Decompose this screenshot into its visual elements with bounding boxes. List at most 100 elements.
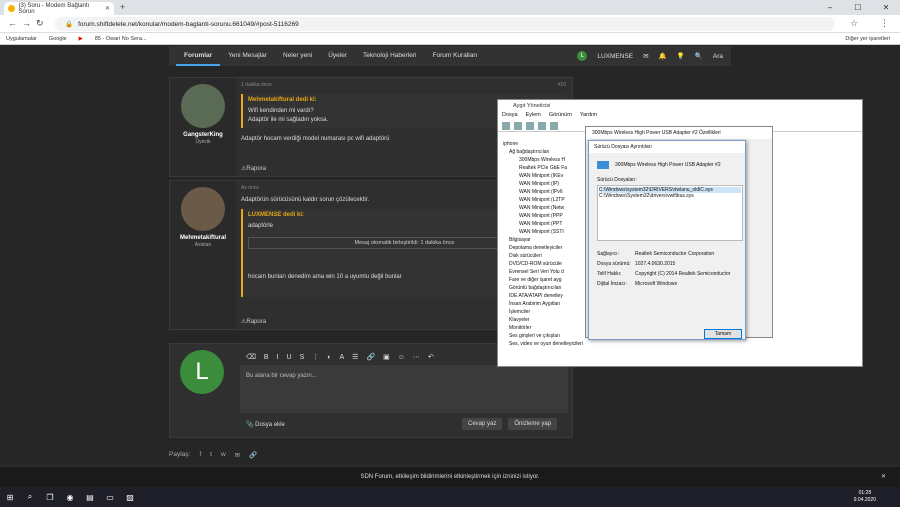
link-share-icon[interactable]: 🔗	[249, 451, 257, 459]
bold-icon[interactable]: B	[264, 354, 269, 361]
dm-tool-icon[interactable]	[526, 122, 534, 130]
bookmark-apps[interactable]: Uygulamalar	[6, 36, 37, 42]
list-icon[interactable]: ☰	[352, 353, 358, 361]
report-link[interactable]: ⚠Rapora	[241, 165, 266, 172]
tree-item[interactable]: WAN Miniport (IKEv	[503, 172, 583, 180]
start-icon[interactable]: ⊞	[0, 493, 20, 502]
dm-menu-yardim[interactable]: Yardım	[580, 112, 597, 121]
tree-item[interactable]: Ağ bağdaştırıcıları	[503, 148, 583, 156]
nav-forumlar[interactable]: Forumlar	[176, 46, 221, 66]
back-icon[interactable]: ←	[8, 18, 17, 28]
search-label[interactable]: Ara	[713, 53, 723, 60]
dm-tool-icon[interactable]	[514, 122, 522, 130]
dm-menu-gorunum[interactable]: Görünüm	[549, 112, 572, 121]
underline-icon[interactable]: U	[287, 354, 292, 361]
tree-item[interactable]: IDE ATA/ATAPI denetley	[503, 292, 583, 300]
avatar[interactable]	[181, 187, 225, 231]
facebook-icon[interactable]: f	[199, 451, 201, 459]
avatar[interactable]	[181, 84, 225, 128]
nav-kurallar[interactable]: Forum Kuralları	[425, 46, 486, 66]
tree-item[interactable]: Bilgisayar	[503, 236, 583, 244]
dm-tool-icon[interactable]	[538, 122, 546, 130]
store-icon[interactable]: ▤	[80, 493, 100, 502]
browser-tab[interactable]: (3) Soru - Modem Bağlantı Sorun ✕	[4, 2, 114, 15]
search-icon[interactable]: ⌕	[20, 492, 40, 502]
reply-input[interactable]: Bu alana bir cevap yazın...	[240, 365, 568, 413]
chrome-icon[interactable]: ◉	[60, 493, 80, 502]
whatsapp-icon[interactable]: w	[221, 451, 226, 459]
bookmark-google[interactable]: Google	[49, 36, 67, 42]
undo-icon[interactable]: ↶	[428, 353, 434, 361]
dm-tool-icon[interactable]	[502, 122, 510, 130]
tree-item[interactable]: WAN Miniport (IPv6	[503, 188, 583, 196]
tree-item[interactable]: Klavyeler	[503, 316, 583, 324]
user-avatar[interactable]: L	[577, 51, 588, 61]
maximize-icon[interactable]: ☐	[844, 0, 872, 15]
tree-item[interactable]: İşlemciler	[503, 308, 583, 316]
task-view-icon[interactable]: ❐	[40, 493, 60, 502]
author-name[interactable]: GangsterKing	[170, 132, 236, 138]
close-banner-icon[interactable]: ✕	[881, 467, 886, 487]
tree-item[interactable]: WAN Miniport (IP)	[503, 180, 583, 188]
close-window-icon[interactable]: ✕	[872, 0, 900, 15]
nav-teknoloji[interactable]: Teknoloji Haberleri	[355, 46, 424, 66]
bookmark-youtube-icon[interactable]: ▶	[79, 36, 83, 42]
report-link[interactable]: ⚠Rapora	[241, 318, 266, 325]
palette-icon[interactable]: ◐	[327, 354, 331, 361]
tree-item[interactable]: WAN Miniport (L2TP	[503, 196, 583, 204]
emoji-icon[interactable]: ☺	[398, 354, 405, 361]
username[interactable]: LUXMENSE	[597, 53, 633, 60]
italic-icon[interactable]: I	[277, 354, 279, 361]
post-number[interactable]: #16	[558, 82, 566, 88]
dm-menu-dosya[interactable]: Dosya	[502, 112, 518, 121]
tree-item[interactable]: WAN Miniport (Netw	[503, 204, 583, 212]
dm-tool-icon[interactable]	[550, 122, 558, 130]
font-size-icon[interactable]: A	[340, 354, 345, 361]
tree-item[interactable]: Ses girişleri ve çıkışları	[503, 332, 583, 340]
tree-item[interactable]: WAN Miniport (SSTI	[503, 228, 583, 236]
ok-button[interactable]: Tamam	[704, 329, 742, 339]
bulb-icon[interactable]: 💡	[677, 52, 685, 60]
more-icon[interactable]: ⋯	[413, 353, 420, 361]
mail-icon[interactable]: ✉	[643, 52, 648, 60]
nav-neler-yeni[interactable]: Neler yeni	[275, 46, 320, 66]
photos-icon[interactable]: ▨	[120, 493, 140, 502]
tree-item[interactable]: Monitörler	[503, 324, 583, 332]
preview-button[interactable]: Önizleme yap	[508, 418, 558, 430]
tree-item[interactable]: WAN Miniport (PPP	[503, 212, 583, 220]
bookmark-owari[interactable]: 85 - Owari No Sera...	[95, 36, 147, 42]
strike-icon[interactable]: S	[300, 354, 305, 361]
tree-item[interactable]: Disk sürücüleri	[503, 252, 583, 260]
search-icon[interactable]: 🔍	[695, 52, 703, 60]
minimize-icon[interactable]: –	[816, 0, 844, 15]
twitter-icon[interactable]: t	[210, 451, 212, 459]
clock[interactable]: 01:28 9.04.2020	[854, 490, 876, 504]
nav-yeni-mesajlar[interactable]: Yeni Mesajlar	[220, 46, 275, 66]
attach-button[interactable]: 📎 Dosya ekle	[246, 421, 285, 428]
tree-item[interactable]: Evrensel Seri Veri Yolu d	[503, 268, 583, 276]
image-icon[interactable]: ▣	[383, 353, 390, 361]
tree-item[interactable]: iphone	[503, 140, 583, 148]
mail-share-icon[interactable]: ✉	[235, 451, 240, 459]
file-item[interactable]: C:\Windows\System32\drivers\vwifibus.sys	[599, 193, 741, 199]
tree-item[interactable]: Ses, video ve oyun denetleyicileri	[503, 340, 583, 348]
reload-icon[interactable]: ↻	[36, 18, 44, 29]
post-time[interactable]: Az önce	[241, 185, 259, 191]
eraser-icon[interactable]: ⌫	[246, 353, 256, 361]
tree-item[interactable]: DVD/CD-ROM sürücüle	[503, 260, 583, 268]
new-tab-icon[interactable]: +	[120, 2, 125, 12]
tree-item[interactable]: Fare ve diğer işaret ayg	[503, 276, 583, 284]
other-bookmarks[interactable]: Diğer yer işaretleri	[845, 36, 890, 42]
nav-uyeler[interactable]: Üyeler	[320, 46, 355, 66]
tree-item[interactable]: Görüntü bağdaştırıcıları	[503, 284, 583, 292]
url-input[interactable]: 🔒 forum.shiftdelete.net/konular/modem-ba…	[55, 17, 835, 31]
more-format-icon[interactable]: ⋮	[312, 353, 319, 361]
reply-button[interactable]: Cevap yaz	[462, 418, 503, 430]
bell-icon[interactable]: 🔔	[659, 52, 667, 60]
tree-item[interactable]: WAN Miniport (PPT	[503, 220, 583, 228]
tree-item[interactable]: Depolama denetleyiciler	[503, 244, 583, 252]
post-time[interactable]: 1 dakika önce	[241, 82, 272, 88]
dm-menu-eylem[interactable]: Eylem	[526, 112, 541, 121]
menu-icon[interactable]: ⋮	[880, 18, 889, 29]
explorer-icon[interactable]: ▭	[100, 493, 120, 502]
